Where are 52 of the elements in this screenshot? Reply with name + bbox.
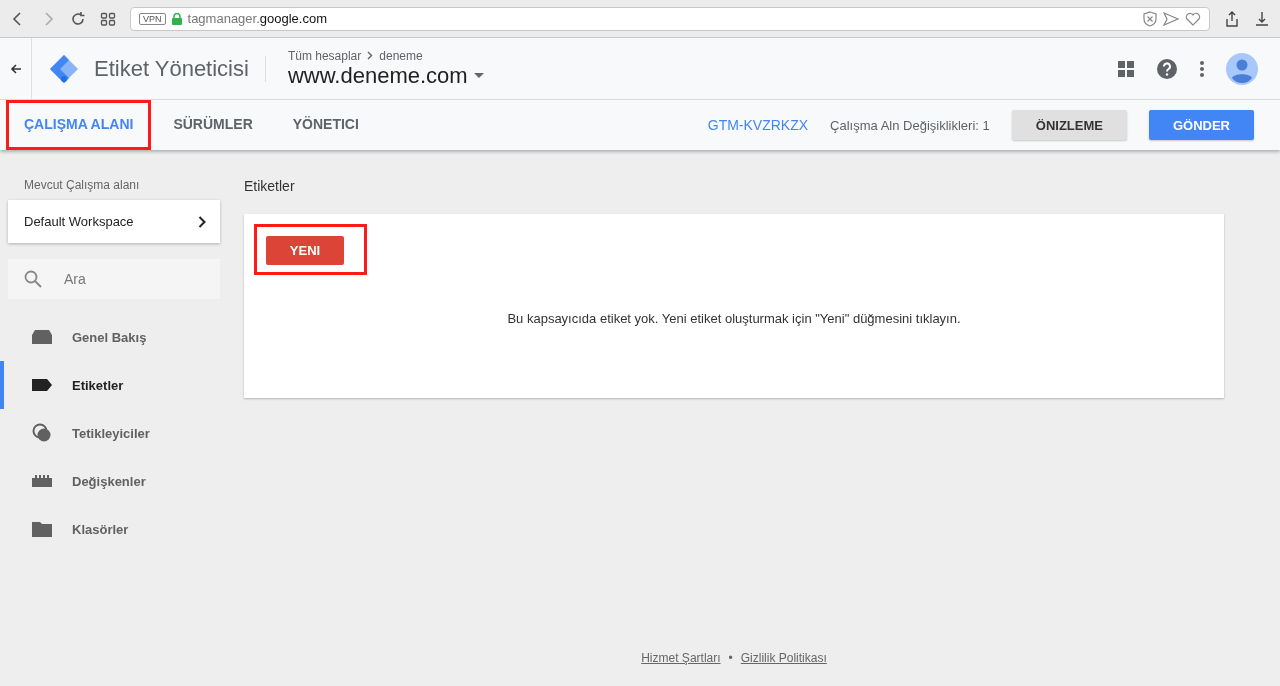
shield-icon[interactable] bbox=[1143, 10, 1157, 27]
sidebar-item[interactable]: Etiketler bbox=[0, 361, 220, 409]
heart-icon[interactable] bbox=[1185, 11, 1201, 26]
overlapping-circles-icon bbox=[32, 423, 52, 443]
tab[interactable]: YÖNETICI bbox=[274, 100, 377, 150]
more-vertical-icon[interactable] bbox=[1200, 60, 1204, 77]
address-field[interactable]: VPN tagmanager.google.com bbox=[130, 6, 1210, 31]
chevron-right-icon bbox=[198, 215, 206, 228]
empty-message: Bu kapsayıcıda etiket yok. Yeni etiket oluşturmak için "Yeni" düğmesini tıklayın. bbox=[506, 311, 962, 326]
sidebar-item[interactable]: Klasörler bbox=[0, 505, 220, 553]
share-icon[interactable] bbox=[1224, 10, 1240, 27]
dropdown-caret-icon bbox=[473, 72, 484, 79]
search-icon bbox=[24, 270, 42, 288]
tag-icon bbox=[32, 379, 52, 391]
workspace-name: Default Workspace bbox=[24, 214, 134, 229]
vpn-badge[interactable]: VPN bbox=[139, 12, 166, 25]
product-name: Etiket Yöneticisi bbox=[94, 55, 266, 82]
breadcrumb-current[interactable]: deneme bbox=[379, 48, 423, 63]
sidebar-item[interactable]: Tetikleyiciler bbox=[0, 409, 220, 457]
container-selector[interactable]: www.deneme.com bbox=[287, 62, 484, 89]
new-button[interactable]: YENI bbox=[266, 236, 344, 265]
breadcrumb-link[interactable]: Tüm hesaplar bbox=[287, 48, 362, 63]
apps-grid-icon[interactable] bbox=[1118, 60, 1134, 77]
avatar-icon[interactable] bbox=[1226, 52, 1258, 85]
separator-dot: • bbox=[728, 651, 733, 665]
download-icon[interactable] bbox=[1254, 10, 1270, 27]
workspace-changes: Çalışma Aln Değişiklikleri: 1 bbox=[830, 117, 990, 133]
preview-button[interactable]: ÖNIZLEME bbox=[1011, 110, 1127, 140]
reload-icon[interactable] bbox=[70, 10, 86, 27]
send-icon[interactable] bbox=[1163, 11, 1179, 26]
sidebar-item[interactable]: Genel Bakış bbox=[0, 313, 220, 361]
diamond-logo-icon bbox=[48, 52, 80, 85]
tab[interactable]: SÜRÜMLER bbox=[155, 100, 271, 150]
terms-link[interactable]: Hizmet Şartları bbox=[641, 651, 721, 665]
container-id-link[interactable]: GTM-KVZRKZX bbox=[707, 117, 809, 133]
back-arrow-icon[interactable] bbox=[9, 62, 22, 75]
workspace-label: Mevcut Çalışma alanı bbox=[24, 178, 141, 192]
folder-icon bbox=[32, 521, 52, 537]
blocks-icon bbox=[32, 475, 52, 487]
chevron-right-icon bbox=[367, 51, 374, 60]
section-title: Etiketler bbox=[244, 178, 296, 194]
tab[interactable]: ÇALIŞMA ALANI bbox=[6, 100, 152, 150]
lock-icon bbox=[171, 12, 182, 25]
url-text: tagmanager.google.com bbox=[187, 11, 327, 26]
search-field[interactable]: Ara bbox=[8, 259, 220, 299]
help-icon[interactable] bbox=[1156, 57, 1178, 80]
privacy-link[interactable]: Gizlilik Politikası bbox=[740, 651, 827, 665]
tray-icon bbox=[32, 329, 52, 345]
workspace-selector[interactable]: Default Workspace bbox=[8, 200, 220, 243]
grid-icon[interactable] bbox=[100, 10, 116, 27]
sidebar-item[interactable]: Değişkenler bbox=[0, 457, 220, 505]
submit-button[interactable]: GÖNDER bbox=[1148, 110, 1254, 140]
